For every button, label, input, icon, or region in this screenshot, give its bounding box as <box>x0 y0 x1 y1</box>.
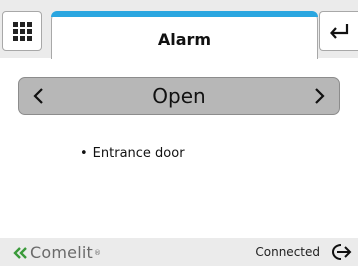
page-title-tab: Alarm <box>51 11 318 59</box>
comelit-logo: Comelit ® <box>12 243 101 262</box>
footer-bar: Comelit ® Connected <box>0 238 358 266</box>
top-bar: Alarm <box>0 0 358 59</box>
grid-icon <box>12 21 32 41</box>
bullet: • <box>80 146 88 161</box>
previous-button[interactable] <box>19 78 59 114</box>
tab-accent-bar <box>51 11 318 17</box>
connection-status: Connected <box>255 245 320 259</box>
logo-text: Comelit <box>30 243 93 262</box>
chevron-left-icon <box>33 88 43 104</box>
next-button[interactable] <box>299 78 339 114</box>
state-value: Open <box>152 84 206 108</box>
list-item-label: Entrance door <box>92 146 185 161</box>
comelit-mark-icon <box>13 246 27 259</box>
chevron-right-icon <box>315 88 325 104</box>
logout-icon <box>332 244 352 260</box>
menu-button[interactable] <box>2 11 42 51</box>
back-button[interactable] <box>319 11 358 51</box>
return-arrow-icon <box>330 24 349 39</box>
page-title: Alarm <box>157 30 212 49</box>
logout-button[interactable] <box>330 242 352 262</box>
logo-registered-mark: ® <box>93 248 101 257</box>
list-item: • Entrance door <box>80 146 185 161</box>
zone-list: • Entrance door <box>80 146 185 161</box>
state-selector: Open <box>18 77 340 115</box>
